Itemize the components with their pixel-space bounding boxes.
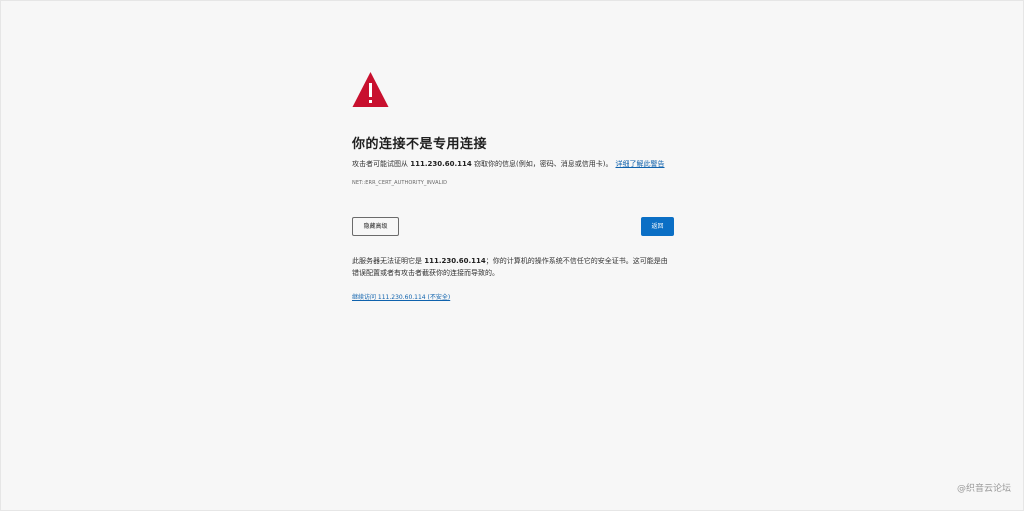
warning-triangle-icon bbox=[352, 72, 389, 107]
page-title: 你的连接不是专用连接 bbox=[352, 137, 488, 152]
learn-more-link[interactable]: 详细了解此警告 bbox=[616, 160, 665, 168]
error-code: NET::ERR_CERT_AUTHORITY_INVALID bbox=[352, 180, 448, 186]
hide-advanced-button[interactable]: 隐藏高级 bbox=[352, 217, 399, 236]
detail-prefix: 此服务器无法证明它是 bbox=[352, 257, 422, 265]
advanced-detail-text: 此服务器无法证明它是 111.230.60.114；你的计算机的操作系统不信任它… bbox=[352, 255, 674, 279]
description-prefix: 攻击者可能试图从 bbox=[352, 160, 408, 168]
error-page: 你的连接不是专用连接 攻击者可能试图从 111.230.60.114 窃取你的信… bbox=[0, 0, 1024, 511]
description-host: 111.230.60.114 bbox=[410, 160, 472, 168]
description-suffix: 窃取你的信息(例如，密码、消息或信用卡)。 bbox=[474, 160, 613, 168]
warning-description: 攻击者可能试图从 111.230.60.114 窃取你的信息(例如，密码、消息或… bbox=[352, 160, 665, 169]
back-button[interactable]: 返回 bbox=[641, 217, 674, 236]
proceed-unsafe-link[interactable]: 继续访问 111.230.60.114 (不安全) bbox=[352, 292, 450, 301]
detail-host: 111.230.60.114 bbox=[424, 257, 486, 265]
watermark: @织音云论坛 bbox=[956, 484, 1011, 494]
